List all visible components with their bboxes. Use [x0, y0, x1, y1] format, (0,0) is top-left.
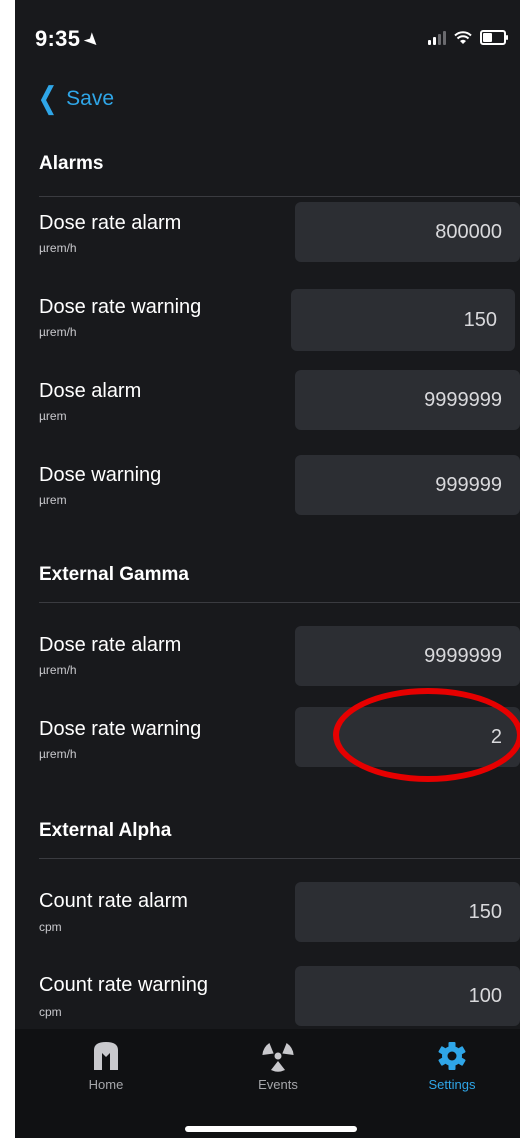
- tab-label: Events: [258, 1077, 298, 1092]
- dose-warning-input[interactable]: 999999: [295, 455, 520, 515]
- count-rate-warning-input[interactable]: 100: [295, 966, 520, 1026]
- row-label: Dose warning: [39, 464, 162, 486]
- status-time-text: 9:35: [35, 26, 81, 51]
- wifi-icon: [454, 30, 472, 44]
- tab-bar: Home Events Settings: [15, 1029, 520, 1138]
- row-unit: cpm: [39, 920, 62, 934]
- status-icons: [428, 30, 508, 45]
- section-divider: [39, 602, 520, 603]
- tab-events[interactable]: Events: [218, 1029, 338, 1092]
- row-unit: µrem/h: [39, 663, 77, 677]
- home-indicator[interactable]: [185, 1126, 357, 1132]
- dose-rate-alarm-input[interactable]: 800000: [295, 202, 520, 262]
- status-time: 9:35➤: [35, 26, 105, 53]
- dose-alarm-input[interactable]: 9999999: [295, 370, 520, 430]
- battery-icon: [480, 30, 508, 45]
- section-title-alarms: Alarms: [39, 153, 104, 174]
- section-divider: [39, 858, 520, 859]
- tab-label: Settings: [428, 1077, 476, 1092]
- tab-label: Home: [88, 1077, 124, 1092]
- tab-settings[interactable]: Settings: [392, 1029, 512, 1092]
- section-title-external-alpha: External Alpha: [39, 820, 172, 841]
- section-title-external-gamma: External Gamma: [39, 564, 189, 585]
- row-unit: µrem/h: [39, 241, 77, 255]
- gamma-dose-rate-alarm-input[interactable]: 9999999: [295, 626, 520, 686]
- location-arrow-icon: ➤: [79, 27, 105, 53]
- row-label: Dose rate alarm: [39, 212, 182, 234]
- row-label: Count rate alarm: [39, 890, 188, 912]
- radiation-icon: [218, 1039, 338, 1073]
- row-label: Dose rate warning: [39, 296, 202, 318]
- row-label: Dose rate warning: [39, 718, 202, 740]
- row-unit: µrem/h: [39, 325, 77, 339]
- row-unit: µrem: [39, 409, 67, 423]
- dose-rate-warning-input[interactable]: 150: [291, 289, 515, 351]
- back-save-button[interactable]: ❮ Save: [35, 82, 115, 115]
- chevron-left-icon: ❮: [37, 82, 58, 115]
- row-unit: µrem/h: [39, 747, 77, 761]
- row-label: Count rate warning: [39, 974, 208, 996]
- count-rate-alarm-input[interactable]: 150: [295, 882, 520, 942]
- phone-screen: 9:35➤ ❮ Save Alarms Dose rate alarm µrem…: [15, 0, 520, 1138]
- highlight-annotation: [333, 688, 520, 782]
- row-unit: cpm: [39, 1005, 62, 1019]
- cellular-signal-icon: [428, 30, 446, 45]
- section-divider: [39, 196, 520, 197]
- row-label: Dose alarm: [39, 380, 142, 402]
- status-bar: 9:35➤: [15, 0, 520, 70]
- back-label: Save: [66, 87, 115, 110]
- tab-home[interactable]: Home: [46, 1029, 166, 1092]
- home-logo-icon: [46, 1039, 166, 1073]
- row-label: Dose rate alarm: [39, 634, 182, 656]
- gear-icon: [392, 1039, 512, 1073]
- row-unit: µrem: [39, 493, 67, 507]
